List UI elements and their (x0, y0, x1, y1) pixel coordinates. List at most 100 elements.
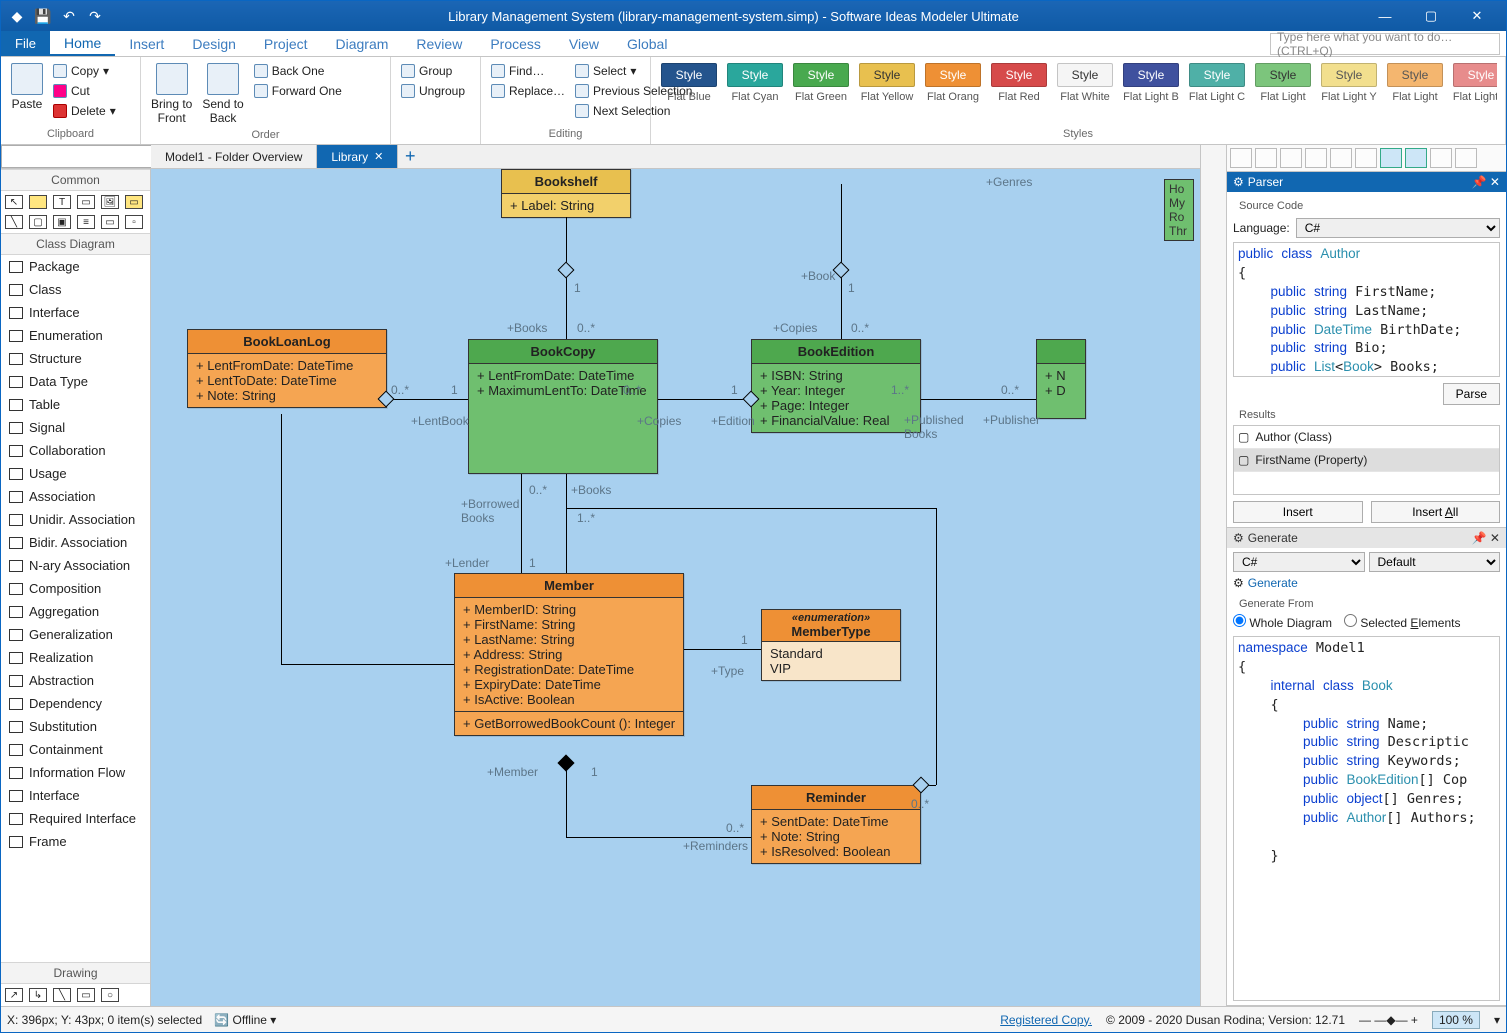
tab-home[interactable]: Home (50, 31, 115, 56)
tool-small[interactable]: ▫ (125, 215, 143, 229)
style-chip[interactable]: Style (991, 63, 1047, 87)
toolbox-item[interactable]: Data Type (1, 370, 150, 393)
common-header[interactable]: Common (1, 169, 150, 191)
parser-results[interactable]: ▢Author (Class) ▢FirstName (Property) (1233, 425, 1500, 495)
parser-language-select[interactable]: C# (1296, 218, 1500, 238)
class-bookshelf[interactable]: Bookshelf + Label: String (501, 169, 631, 218)
rp-tool-6[interactable] (1355, 148, 1377, 168)
paste-button[interactable]: Paste (9, 61, 45, 113)
insert-button[interactable]: Insert (1233, 501, 1363, 523)
zoom-slider[interactable]: — —◆— + (1359, 1013, 1418, 1027)
toolbox-item[interactable]: Signal (1, 416, 150, 439)
tool-image[interactable]: 🖼 (101, 195, 119, 209)
toolbox-item[interactable]: Bidir. Association (1, 531, 150, 554)
tab-review[interactable]: Review (402, 31, 476, 56)
style-chip[interactable]: Style (661, 63, 717, 87)
toolbox-item[interactable]: Unidir. Association (1, 508, 150, 531)
rp-tool-3[interactable] (1280, 148, 1302, 168)
toolbox-item[interactable]: Substitution (1, 715, 150, 738)
toolbox-item[interactable]: Class (1, 278, 150, 301)
command-search[interactable]: Type here what you want to do… (CTRL+Q) (1270, 33, 1500, 55)
style-chip[interactable]: Style (1387, 63, 1443, 87)
tab-design[interactable]: Design (178, 31, 250, 56)
style-chip[interactable]: Style (925, 63, 981, 87)
toolbox-item[interactable]: Usage (1, 462, 150, 485)
toolbox-item[interactable]: Information Flow (1, 761, 150, 784)
toolbox-item[interactable]: Association (1, 485, 150, 508)
rp-tool-7[interactable] (1380, 148, 1402, 168)
result-firstname[interactable]: ▢FirstName (Property) (1234, 449, 1499, 472)
tool-group[interactable]: ▭ (101, 215, 119, 229)
rp-tool-10[interactable] (1455, 148, 1477, 168)
doc-tab-library[interactable]: Library✕ (317, 145, 398, 168)
tab-view[interactable]: View (555, 31, 613, 56)
tool-note[interactable] (29, 195, 47, 209)
toolbox-search[interactable]: 🔍 (1, 145, 150, 169)
zoom-dropdown[interactable]: ▾ (1494, 1013, 1500, 1027)
group-button[interactable]: Group (399, 63, 467, 79)
file-menu[interactable]: File (1, 31, 50, 56)
tab-project[interactable]: Project (250, 31, 322, 56)
class-member[interactable]: Member + MemberID: String+ FirstName: St… (454, 573, 684, 736)
toolbox-search-input[interactable] (1, 145, 166, 168)
doc-tab-model1[interactable]: Model1 - Folder Overview (151, 145, 317, 168)
minimize-button[interactable]: — (1362, 1, 1408, 31)
replace-button[interactable]: Replace… (489, 83, 567, 99)
radio-whole-diagram[interactable]: Whole Diagram (1233, 614, 1332, 630)
close-tab-icon[interactable]: ✕ (374, 150, 383, 163)
generate-output-code[interactable]: namespace Model1 { internal class Book {… (1233, 636, 1500, 1001)
toolbox-item[interactable]: Interface (1, 301, 150, 324)
radio-selected-elements[interactable]: Selected Elements (1344, 614, 1460, 630)
tool-container[interactable]: ▣ (53, 215, 71, 229)
maximize-button[interactable]: ▢ (1408, 1, 1454, 31)
style-chip[interactable]: Style (727, 63, 783, 87)
find-button[interactable]: Find… (489, 63, 567, 79)
cut-button[interactable]: Cut (51, 83, 118, 99)
toolbox-item[interactable]: Required Interface (1, 807, 150, 830)
class-bookloanlog[interactable]: BookLoanLog + LentFromDate: DateTime+ Le… (187, 329, 387, 408)
bring-to-front-button[interactable]: Bring to Front (149, 61, 194, 127)
back-one-button[interactable]: Back One (252, 63, 344, 79)
style-chip[interactable]: Style (793, 63, 849, 87)
tool-pointer[interactable]: ↖ (5, 195, 23, 209)
copy-button[interactable]: Copy ▾ (51, 63, 118, 79)
result-author[interactable]: ▢Author (Class) (1234, 426, 1499, 449)
toolbox-item[interactable]: Collaboration (1, 439, 150, 462)
generate-language-select[interactable]: C# (1233, 552, 1365, 572)
draw-line[interactable]: ╲ (53, 988, 71, 1002)
generate-template-select[interactable]: Default (1369, 552, 1501, 572)
rp-tool-5[interactable] (1330, 148, 1352, 168)
style-chip[interactable]: Style (1453, 63, 1497, 87)
class-diagram-header[interactable]: Class Diagram (1, 233, 150, 255)
ungroup-button[interactable]: Ungroup (399, 83, 467, 99)
toolbox-item[interactable]: Enumeration (1, 324, 150, 347)
tool-rect[interactable]: ▭ (77, 195, 95, 209)
redo-icon[interactable]: ↷ (85, 6, 105, 26)
tab-diagram[interactable]: Diagram (322, 31, 403, 56)
toolbox-item[interactable]: Frame (1, 830, 150, 853)
class-reminder[interactable]: Reminder + SentDate: DateTime+ Note: Str… (751, 785, 921, 864)
rp-tool-9[interactable] (1430, 148, 1452, 168)
class-partial-right[interactable]: + N+ D (1036, 339, 1086, 419)
tool-comment[interactable]: ▭ (125, 195, 143, 209)
enum-membertype[interactable]: «enumeration»MemberType StandardVIP (761, 609, 901, 681)
style-chip[interactable]: Style (859, 63, 915, 87)
toolbox-item[interactable]: Dependency (1, 692, 150, 715)
drawing-header[interactable]: Drawing (1, 962, 150, 984)
draw-rect[interactable]: ▭ (77, 988, 95, 1002)
style-chip[interactable]: Style (1255, 63, 1311, 87)
rp-tool-2[interactable] (1255, 148, 1277, 168)
tool-list[interactable]: ≡ (77, 215, 95, 229)
toolbox-item[interactable]: Generalization (1, 623, 150, 646)
style-chip[interactable]: Style (1189, 63, 1245, 87)
toolbox-item[interactable]: N-ary Association (1, 554, 150, 577)
parse-button[interactable]: Parse (1443, 383, 1500, 405)
zoom-value[interactable]: 100 % (1432, 1011, 1480, 1029)
status-offline[interactable]: 🔄 Offline ▾ (214, 1013, 276, 1027)
tool-text[interactable]: T (53, 195, 71, 209)
toolbox-item[interactable]: Table (1, 393, 150, 416)
diagram-canvas[interactable]: Bookshelf + Label: String BookLoanLog + … (151, 169, 1200, 1006)
add-tab-button[interactable]: + (398, 145, 422, 168)
generate-panel-header[interactable]: ⚙Generate📌 ✕ (1227, 528, 1506, 548)
rp-tool-4[interactable] (1305, 148, 1327, 168)
